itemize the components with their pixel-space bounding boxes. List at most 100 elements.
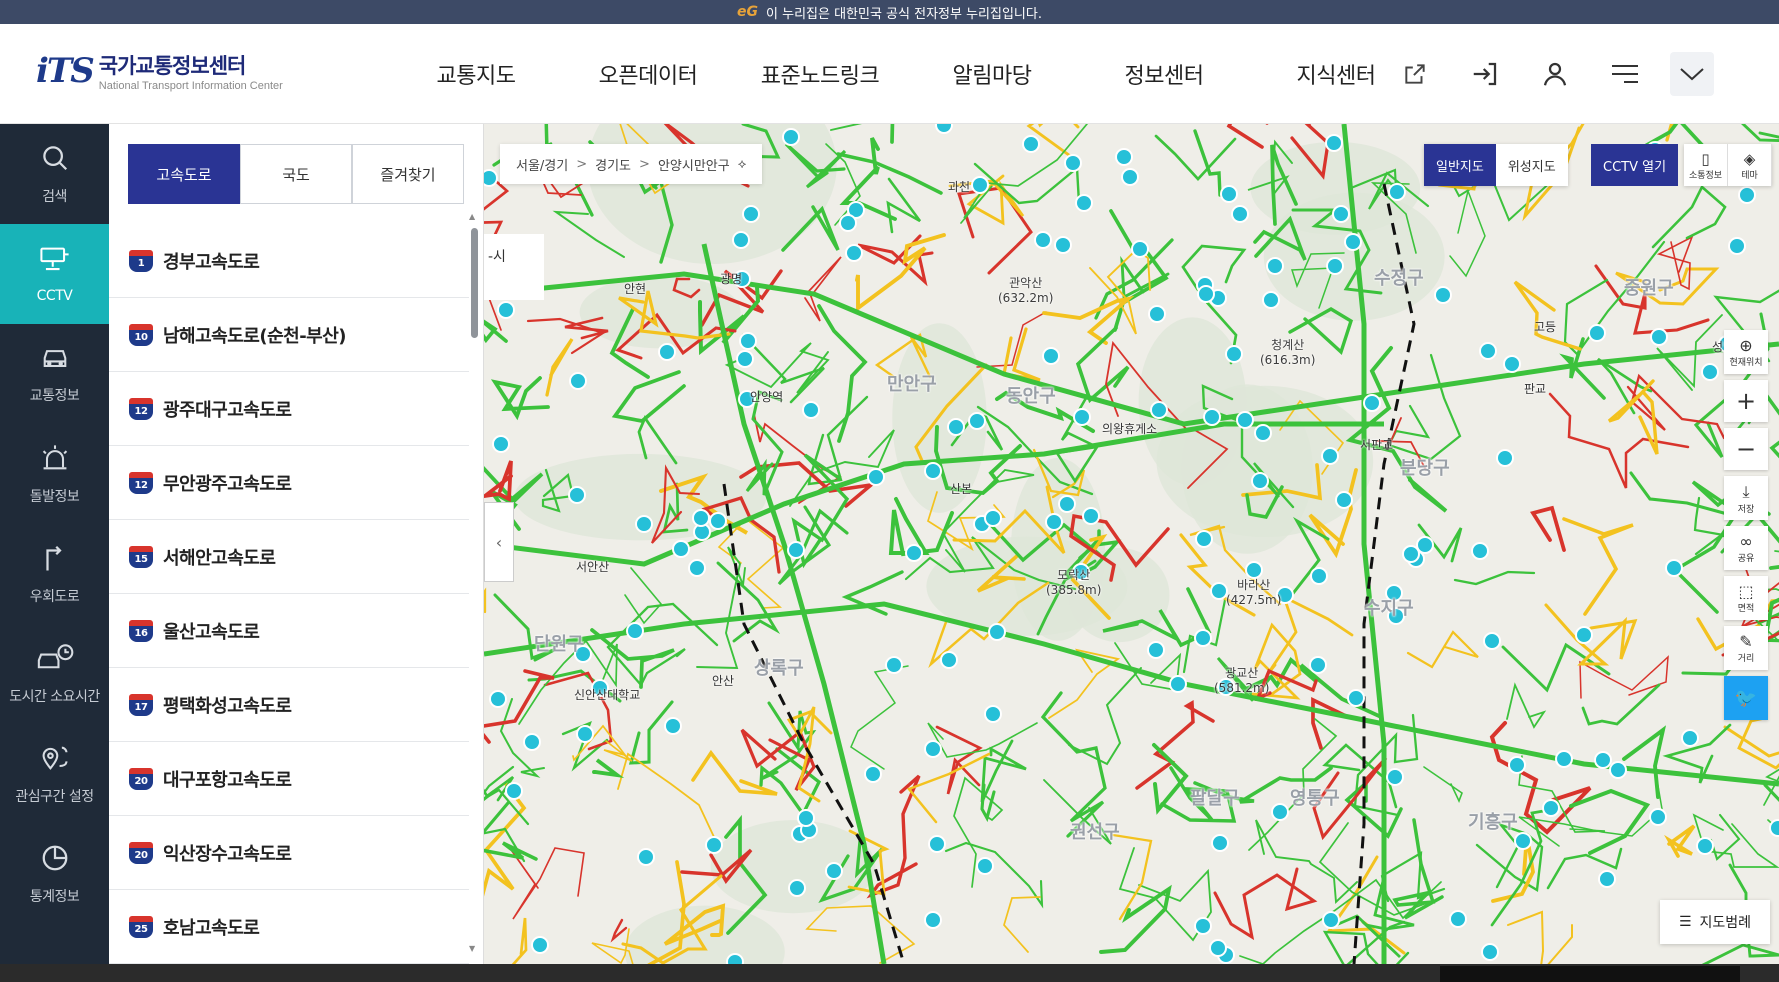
distance-measure-button[interactable]: ✎ 거리 <box>1724 626 1768 670</box>
map-legend-button[interactable]: ☰ 지도범례 <box>1660 900 1770 944</box>
cctv-marker-icon[interactable] <box>726 953 744 964</box>
breadcrumb-item[interactable]: 안양시만안구 <box>658 155 730 174</box>
cctv-marker-icon[interactable] <box>988 623 1006 641</box>
cctv-marker-icon[interactable] <box>1479 342 1497 360</box>
cctv-marker-icon[interactable] <box>788 879 806 897</box>
cctv-marker-icon[interactable] <box>1147 641 1165 659</box>
cctv-marker-icon[interactable] <box>1220 185 1238 203</box>
list-item[interactable]: 12 무안광주고속도로 <box>109 446 469 520</box>
scrollbar[interactable] <box>471 228 478 338</box>
cctv-marker-icon[interactable] <box>626 622 644 640</box>
zoom-in-button[interactable]: + <box>1724 380 1768 422</box>
lnb-traffic-info[interactable]: 교통정보 <box>0 324 109 424</box>
list-item[interactable]: 20 익산장수고속도로 <box>109 816 469 890</box>
cctv-marker-icon[interactable] <box>1449 910 1467 928</box>
cctv-marker-icon[interactable] <box>782 128 800 146</box>
list-item[interactable]: 12 광주대구고속도로 <box>109 372 469 446</box>
cctv-marker-icon[interactable] <box>1082 507 1100 525</box>
cctv-marker-icon[interactable] <box>484 169 498 187</box>
cctv-marker-icon[interactable] <box>1738 186 1756 204</box>
cctv-marker-icon[interactable] <box>1514 832 1532 850</box>
user-icon[interactable] <box>1520 52 1590 96</box>
cctv-marker-icon[interactable] <box>940 651 958 669</box>
cctv-marker-icon[interactable] <box>576 725 594 743</box>
lnb-detour[interactable]: 우회도로 <box>0 524 109 624</box>
share-button[interactable]: ∞ 공유 <box>1724 526 1768 570</box>
cctv-marker-icon[interactable] <box>924 462 942 480</box>
breadcrumb-item[interactable]: 서울/경기 <box>516 155 568 174</box>
cctv-marker-icon[interactable] <box>705 836 723 854</box>
list-item[interactable]: 15 서해안고속도로 <box>109 520 469 594</box>
cctv-marker-icon[interactable] <box>492 435 510 453</box>
cctv-marker-icon[interactable] <box>1481 943 1499 961</box>
lnb-incident[interactable]: 돌발정보 <box>0 424 109 524</box>
cctv-marker-icon[interactable] <box>692 509 710 527</box>
cctv-marker-icon[interactable] <box>569 372 587 390</box>
satellite-map-button[interactable]: 위성지도 <box>1495 144 1568 186</box>
cctv-marker-icon[interactable] <box>1588 324 1606 342</box>
cctv-marker-icon[interactable] <box>658 343 676 361</box>
cctv-marker-icon[interactable] <box>1508 756 1526 774</box>
cctv-marker-icon[interactable] <box>1575 626 1593 644</box>
cctv-marker-icon[interactable] <box>672 540 690 558</box>
tab-national-road[interactable]: 국도 <box>240 144 352 204</box>
list-item[interactable]: 25 호남고속도로 <box>109 890 469 964</box>
theme-button[interactable]: ◈ 테마 <box>1728 144 1772 186</box>
cctv-marker-icon[interactable] <box>531 936 549 954</box>
cctv-marker-icon[interactable] <box>1325 134 1343 152</box>
tab-expressway[interactable]: 고속도로 <box>128 144 240 204</box>
cctv-marker-icon[interactable] <box>1073 408 1091 426</box>
cctv-marker-icon[interactable] <box>688 559 706 577</box>
nav-standard-node-link[interactable]: 표준노드링크 <box>734 58 906 90</box>
cctv-marker-icon[interactable] <box>1148 305 1166 323</box>
cctv-marker-icon[interactable] <box>1195 530 1213 548</box>
cctv-marker-icon[interactable] <box>885 656 903 674</box>
normal-map-button[interactable]: 일반지도 <box>1424 144 1496 186</box>
external-link-icon[interactable] <box>1380 52 1450 96</box>
traffic-map[interactable]: 관악산 (632.2m) 청계산 (616.3m) 모락산 (385.8m) 바… <box>484 124 1779 964</box>
scroll-down-arrow-icon[interactable]: ▼ <box>469 944 475 953</box>
current-location-button[interactable]: ⊕ 현재위치 <box>1724 330 1768 374</box>
list-item[interactable]: 1 경부고속도로 <box>109 224 469 298</box>
menu-icon[interactable] <box>1590 52 1660 96</box>
cctv-marker-icon[interactable] <box>732 231 750 249</box>
cctv-marker-icon[interactable] <box>976 857 994 875</box>
cctv-marker-icon[interactable] <box>1309 656 1327 674</box>
cctv-marker-icon[interactable] <box>1203 408 1221 426</box>
cctv-marker-icon[interactable] <box>802 401 820 419</box>
cctv-marker-icon[interactable] <box>1169 675 1187 693</box>
cctv-marker-icon[interactable] <box>1131 240 1149 258</box>
cctv-marker-icon[interactable] <box>1231 205 1249 223</box>
cctv-marker-icon[interactable] <box>1194 629 1212 647</box>
cctv-marker-icon[interactable] <box>1542 799 1560 817</box>
cctv-marker-icon[interactable] <box>1121 168 1139 186</box>
cctv-marker-icon[interactable] <box>867 468 885 486</box>
cctv-marker-icon[interactable] <box>787 541 805 559</box>
cctv-marker-icon[interactable] <box>1416 536 1434 554</box>
cctv-marker-icon[interactable] <box>845 244 863 262</box>
cctv-marker-icon[interactable] <box>1598 870 1616 888</box>
breadcrumb-item[interactable]: 경기도 <box>595 155 631 174</box>
cctv-marker-icon[interactable] <box>1211 834 1229 852</box>
list-item[interactable]: 20 대구포항고속도로 <box>109 742 469 816</box>
cctv-marker-icon[interactable] <box>568 486 586 504</box>
cctv-marker-icon[interactable] <box>1434 286 1452 304</box>
cctv-marker-icon[interactable] <box>523 733 541 751</box>
chevron-down-icon[interactable] <box>1670 52 1714 96</box>
lnb-intercity-time[interactable]: 도시간 소요시간 <box>0 624 109 724</box>
cctv-marker-icon[interactable] <box>1728 237 1746 255</box>
cctv-marker-icon[interactable] <box>1609 761 1627 779</box>
cctv-marker-icon[interactable] <box>825 862 843 880</box>
lnb-search[interactable]: 검색 <box>0 124 109 224</box>
cctv-marker-icon[interactable] <box>637 848 655 866</box>
nav-info-center[interactable]: 정보센터 <box>1078 58 1250 90</box>
area-measure-button[interactable]: ⬚ 면적 <box>1724 576 1768 620</box>
cctv-marker-icon[interactable] <box>1075 194 1093 212</box>
lnb-statistics[interactable]: 통계정보 <box>0 824 109 924</box>
cctv-marker-icon[interactable] <box>1332 205 1350 223</box>
cctv-marker-icon[interactable] <box>1321 447 1339 465</box>
cctv-marker-icon[interactable] <box>1197 285 1215 303</box>
cctv-marker-icon[interactable] <box>742 205 760 223</box>
twitter-button[interactable]: 🐦 <box>1724 676 1768 720</box>
cctv-marker-icon[interactable] <box>1225 345 1243 363</box>
